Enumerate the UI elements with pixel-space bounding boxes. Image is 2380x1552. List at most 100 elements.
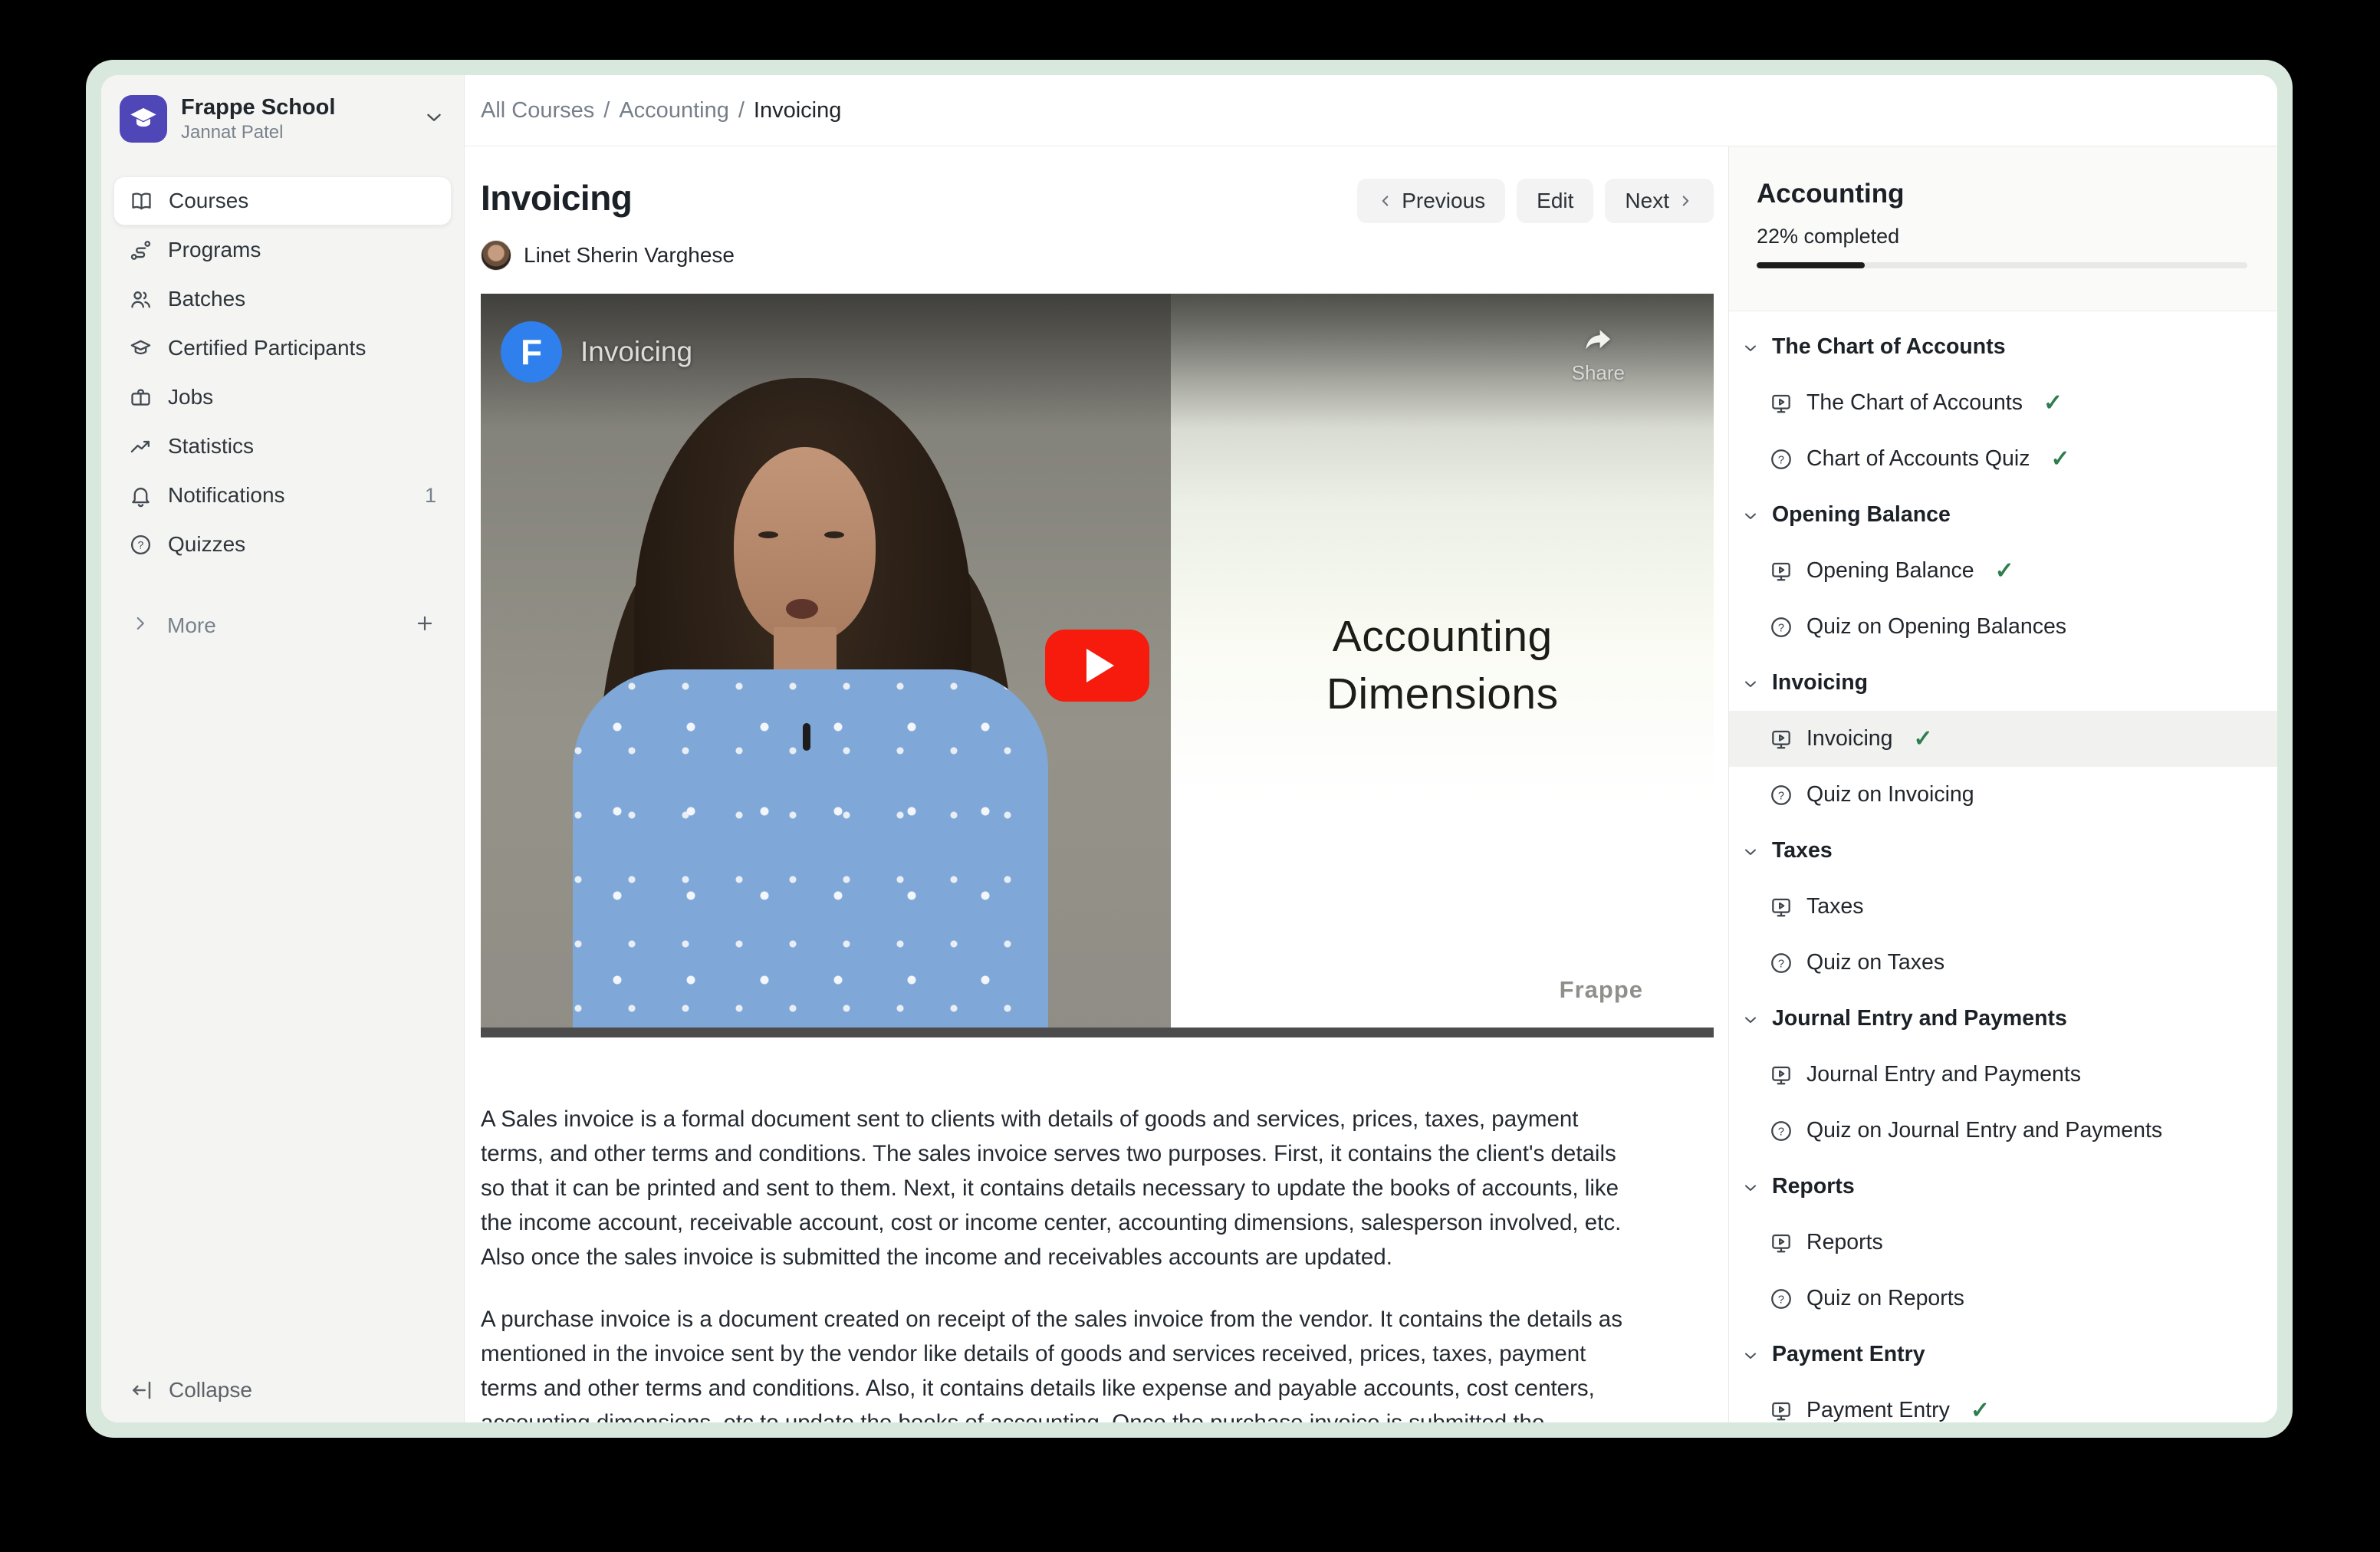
notification-count-badge: 1 <box>425 484 436 508</box>
sidebar-item-label: Batches <box>168 287 245 311</box>
lesson-main: Invoicing Previous Edit Next <box>465 146 1728 1422</box>
breadcrumb-course[interactable]: Accounting <box>619 98 729 123</box>
play-icon <box>1086 649 1114 682</box>
outline-quiz[interactable]: ? Quiz on Journal Entry and Payments <box>1729 1103 2277 1159</box>
breadcrumb-all-courses[interactable]: All Courses <box>481 98 594 123</box>
check-icon: ✓ <box>2050 446 2069 472</box>
lesson-video-icon <box>1769 895 1793 919</box>
sidebar-item-label: Certified Participants <box>168 336 366 360</box>
quiz-question-icon: ? <box>1769 447 1793 472</box>
sidebar-item-courses[interactable]: Courses <box>113 176 452 225</box>
breadcrumb-separator: / <box>738 98 745 123</box>
progress-fill <box>1757 262 1865 268</box>
svg-text:?: ? <box>1778 958 1784 970</box>
left-sidebar: Frappe School Jannat Patel Courses <box>101 75 465 1422</box>
outline-section[interactable]: Invoicing <box>1729 655 2277 711</box>
lesson-paragraph: A Sales invoice is a formal document sen… <box>481 1102 1629 1274</box>
lesson-video-icon <box>1769 1231 1793 1255</box>
outline-quiz[interactable]: ? Quiz on Opening Balances <box>1729 599 2277 655</box>
sidebar-item-label: Notifications <box>168 483 285 508</box>
collapse-label: Collapse <box>169 1378 252 1402</box>
course-title: Accounting <box>1757 179 2247 209</box>
lapel-mic <box>803 723 810 751</box>
quiz-question-icon: ? <box>1769 1119 1793 1143</box>
frappe-school-logo <box>120 95 167 143</box>
progress-bar <box>1757 262 2247 268</box>
sidebar-item-statistics[interactable]: Statistics <box>113 422 452 471</box>
slide-title: Accounting Dimensions <box>1326 608 1559 723</box>
edit-button[interactable]: Edit <box>1517 179 1593 223</box>
sidebar-item-label: Programs <box>168 238 261 262</box>
lesson-paragraph: A purchase invoice is a document created… <box>481 1302 1629 1422</box>
video-title[interactable]: Invoicing <box>580 336 692 368</box>
outline-lesson[interactable]: Opening Balance ✓ <box>1729 543 2277 599</box>
progress-label: 22% completed <box>1757 225 2247 248</box>
sidebar-nav: Courses Programs Batches <box>113 176 452 569</box>
share-button[interactable]: Share <box>1572 324 1625 385</box>
briefcase-icon <box>129 386 153 409</box>
workspace-switcher[interactable]: Frappe School Jannat Patel <box>113 94 452 144</box>
chevron-down-icon[interactable] <box>422 106 445 133</box>
outline-section[interactable]: Reports <box>1729 1159 2277 1215</box>
book-icon <box>130 189 153 213</box>
bell-icon <box>129 484 153 508</box>
outline-section[interactable]: Journal Entry and Payments <box>1729 991 2277 1047</box>
app-card: Frappe School Jannat Patel Courses <box>101 75 2277 1422</box>
graduation-cap-icon <box>129 337 153 360</box>
outline-quiz[interactable]: ? Quiz on Invoicing <box>1729 767 2277 823</box>
sidebar-item-jobs[interactable]: Jobs <box>113 373 452 422</box>
check-icon: ✓ <box>1971 1397 1990 1422</box>
outline-section[interactable]: The Chart of Accounts <box>1729 319 2277 375</box>
video-header: F Invoicing <box>501 321 692 383</box>
users-icon <box>129 288 153 311</box>
sidebar-item-quizzes[interactable]: ? Quizzes <box>113 520 452 569</box>
play-button[interactable] <box>1045 630 1149 702</box>
chevron-down-icon <box>1741 842 1760 860</box>
breadcrumb: All Courses / Accounting / Invoicing <box>465 75 2277 146</box>
sidebar-item-notifications[interactable]: Notifications 1 <box>113 471 452 520</box>
outline-section[interactable]: Opening Balance <box>1729 487 2277 543</box>
outline-lesson-active[interactable]: Invoicing ✓ <box>1729 711 2277 767</box>
outline-lesson[interactable]: The Chart of Accounts ✓ <box>1729 375 2277 431</box>
workspace-label: Frappe School Jannat Patel <box>181 94 335 144</box>
content-area: All Courses / Accounting / Invoicing Inv… <box>465 75 2277 1422</box>
collapse-sidebar-button[interactable]: Collapse <box>113 1378 452 1402</box>
more-label: More <box>167 613 216 638</box>
collapse-icon <box>130 1379 153 1402</box>
svg-text:?: ? <box>1778 790 1784 802</box>
svg-text:?: ? <box>138 539 144 551</box>
sidebar-item-batches[interactable]: Batches <box>113 275 452 324</box>
chevron-down-icon <box>1741 674 1760 692</box>
page-title: Invoicing <box>481 177 632 219</box>
outline-quiz[interactable]: ? Chart of Accounts Quiz ✓ <box>1729 431 2277 487</box>
check-icon: ✓ <box>2043 390 2063 416</box>
svg-text:?: ? <box>1778 1126 1784 1138</box>
outline-lesson[interactable]: Reports <box>1729 1215 2277 1271</box>
outline-section[interactable]: Payment Entry <box>1729 1327 2277 1383</box>
outline-lesson[interactable]: Journal Entry and Payments <box>1729 1047 2277 1103</box>
workspace-user: Jannat Patel <box>181 121 335 144</box>
outline-quiz[interactable]: ? Quiz on Reports <box>1729 1271 2277 1327</box>
outline-quiz[interactable]: ? Quiz on Taxes <box>1729 935 2277 991</box>
sidebar-more[interactable]: More <box>113 603 452 649</box>
plus-icon[interactable] <box>415 613 435 639</box>
outline-lesson[interactable]: Taxes <box>1729 879 2277 935</box>
avatar <box>481 240 511 271</box>
course-outline-sidebar: Accounting 22% completed The Chart of Ac… <box>1728 146 2277 1422</box>
sidebar-item-label: Courses <box>169 189 248 213</box>
chevron-down-icon <box>1741 338 1760 357</box>
frappe-channel-icon[interactable]: F <box>501 321 562 383</box>
chevron-down-icon <box>1741 1010 1760 1028</box>
sidebar-item-label: Jobs <box>168 385 213 409</box>
video-player[interactable]: Accounting Dimensions F Invoicing Share <box>481 294 1714 1037</box>
chevron-left-icon <box>1377 192 1394 209</box>
previous-button[interactable]: Previous <box>1357 179 1505 223</box>
svg-text:?: ? <box>1778 454 1784 466</box>
next-button[interactable]: Next <box>1605 179 1714 223</box>
sidebar-item-programs[interactable]: Programs <box>113 225 452 275</box>
outline-lesson[interactable]: Payment Entry ✓ <box>1729 1383 2277 1422</box>
sidebar-item-certified-participants[interactable]: Certified Participants <box>113 324 452 373</box>
video-progress-bar[interactable] <box>481 1028 1714 1037</box>
outline-section[interactable]: Taxes <box>1729 823 2277 879</box>
outline-items: The Chart of Accounts The Chart of Accou… <box>1729 311 2277 1422</box>
